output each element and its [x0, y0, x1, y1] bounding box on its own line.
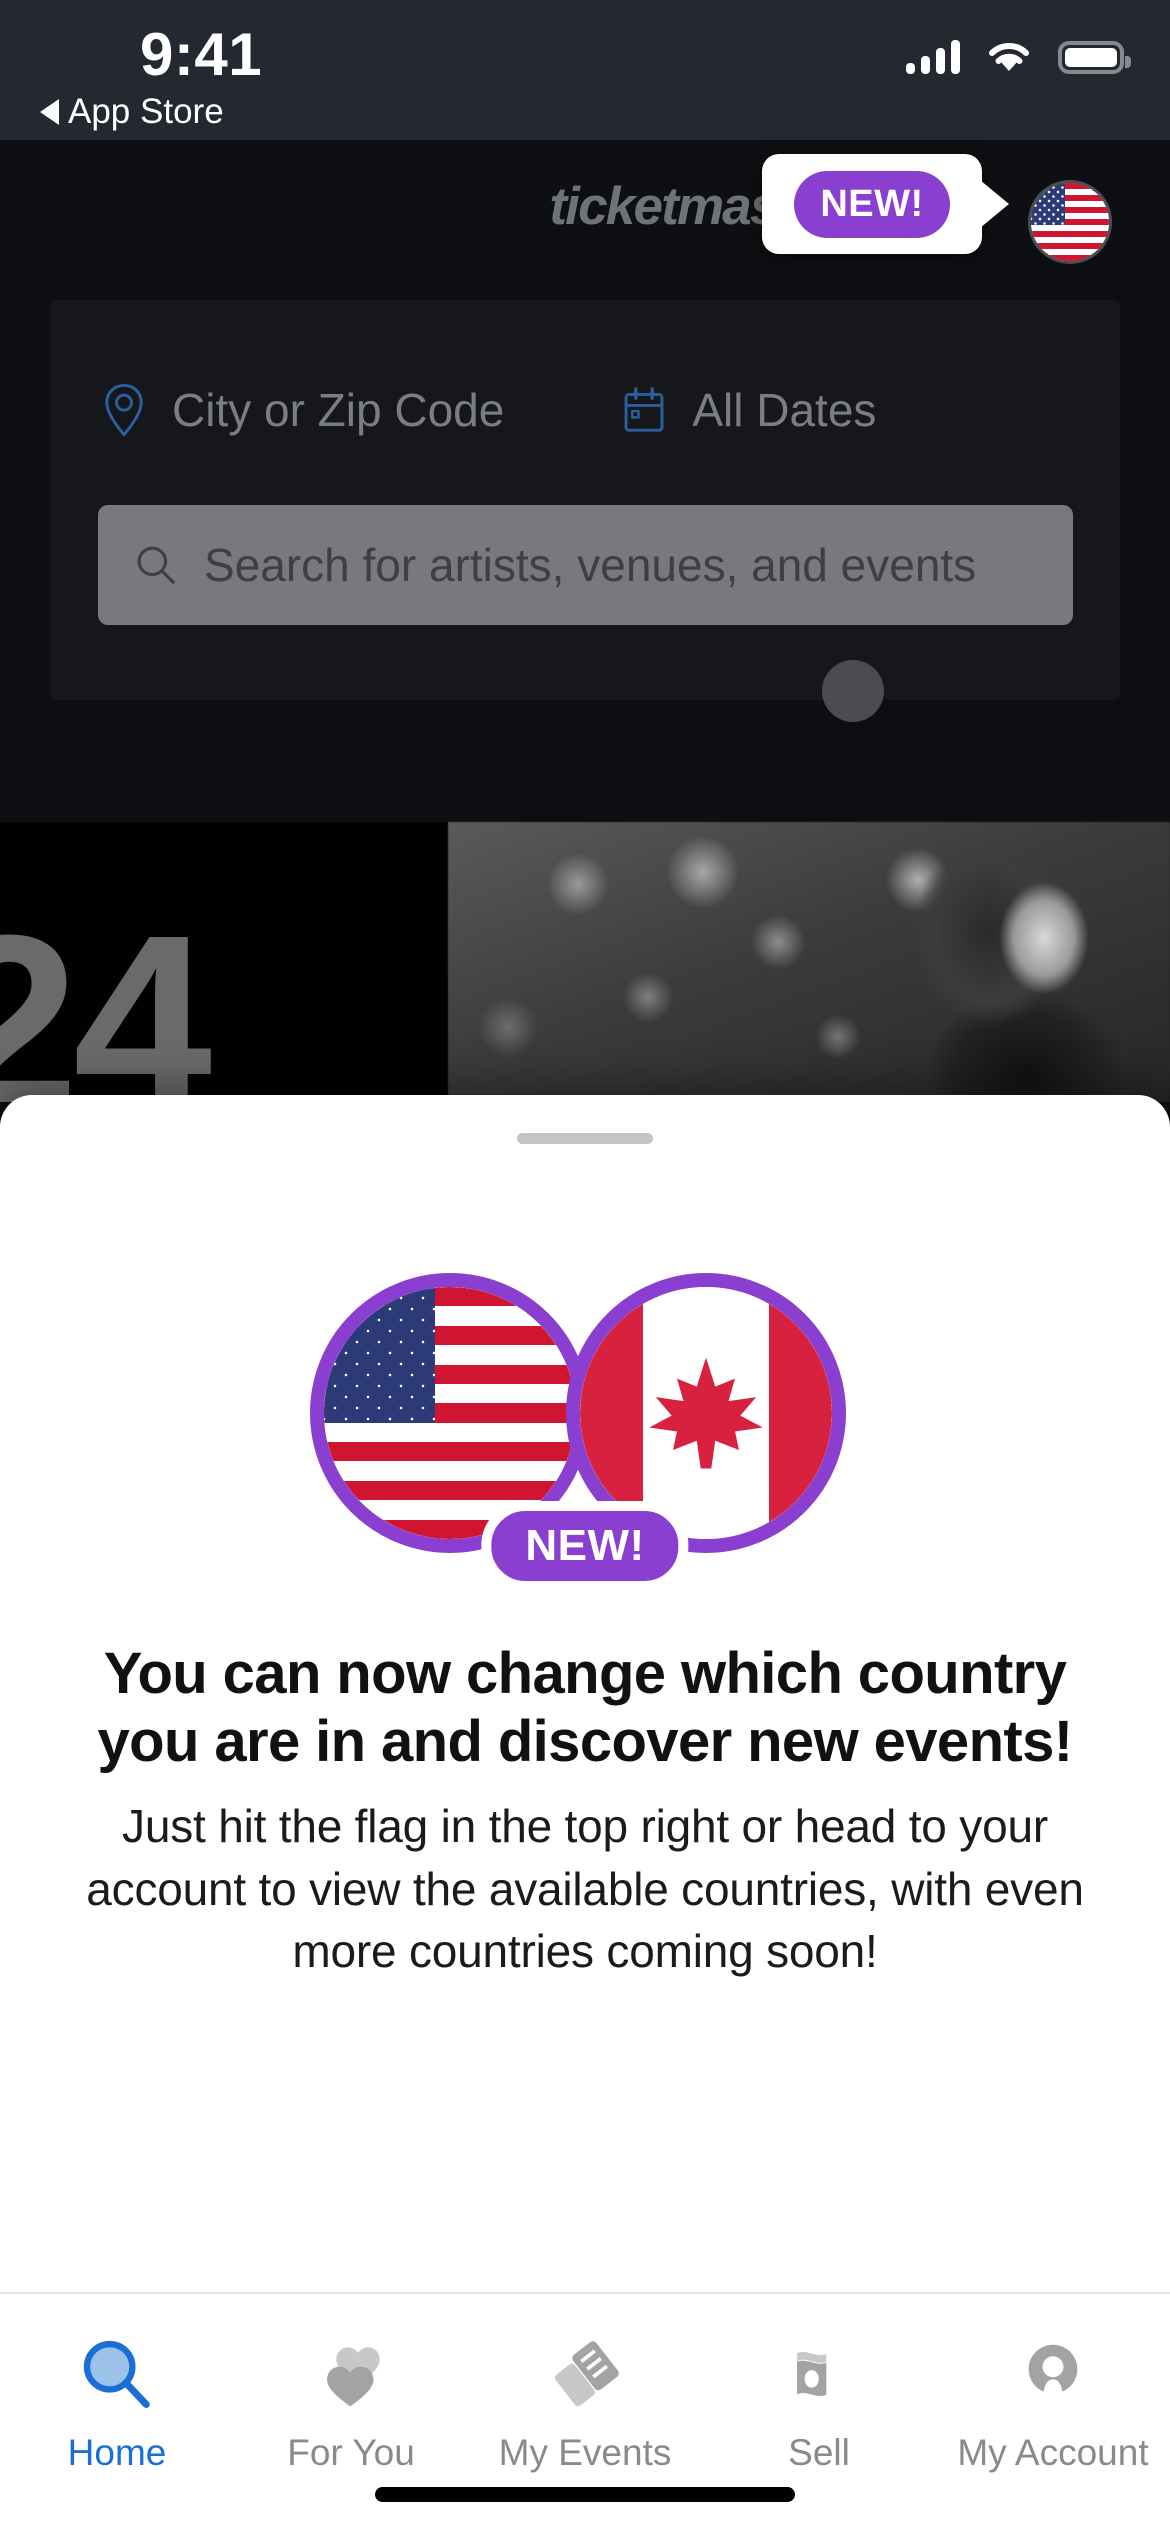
hero-slide-right[interactable]: [448, 822, 1170, 1102]
modal-title: You can now change which country you are…: [97, 1641, 1074, 1774]
map-pin-icon: [105, 383, 143, 437]
drag-handle[interactable]: [517, 1133, 653, 1144]
heart-icon: [309, 2332, 393, 2416]
home-indicator: [375, 2487, 795, 2502]
tooltip-new-badge: NEW!: [794, 170, 950, 238]
us-flag-icon: [1031, 183, 1109, 261]
new-feature-tooltip[interactable]: NEW!: [762, 154, 1009, 254]
ticket-stub-icon: [777, 2332, 861, 2416]
person-icon: [1011, 2332, 1095, 2416]
wifi-icon: [989, 42, 1029, 71]
modal-body-text: Just hit the flag in the top right or he…: [86, 1800, 1084, 1978]
tab-label: My Events: [498, 2432, 672, 2473]
tab-label: For You: [287, 2432, 415, 2473]
calendar-icon: [624, 387, 664, 432]
tab-my-account[interactable]: My Account: [936, 2332, 1170, 2474]
concert-singer-photo: [848, 846, 1148, 1102]
search-icon: [75, 2332, 159, 2416]
back-arrow-icon: [40, 99, 59, 125]
date-value: All Dates: [692, 384, 877, 436]
tickets-icon: [543, 2332, 627, 2416]
tab-home[interactable]: Home: [0, 2332, 234, 2474]
date-selector[interactable]: All Dates: [622, 355, 876, 465]
tab-for-you[interactable]: For You: [234, 2332, 468, 2474]
phone-screen: 9:41 App Store ticketmaster NEW! City or…: [0, 0, 1170, 2532]
status-bar-time: 9:41: [140, 21, 263, 88]
location-selector[interactable]: City or Zip Code: [102, 355, 504, 465]
carousel-indicator-dot[interactable]: [822, 660, 884, 722]
hero-left-text: 24: [0, 883, 212, 1103]
search-placeholder: Search for artists, venues, and events: [204, 539, 977, 591]
tab-sell[interactable]: Sell: [702, 2332, 936, 2474]
tab-label: My Account: [957, 2432, 1149, 2473]
search-panel: City or Zip Code All Dates Search for ar…: [50, 300, 1120, 700]
maple-leaf-icon: [649, 1357, 763, 1469]
country-change-modal: NEW! You can now change which country yo…: [0, 1095, 1170, 2395]
status-bar-indicators: [906, 40, 1131, 74]
illustration-new-badge: NEW!: [481, 1501, 689, 1591]
back-to-app-store-button[interactable]: App Store: [40, 92, 224, 132]
search-icon: [137, 546, 175, 584]
location-placeholder: City or Zip Code: [172, 384, 505, 436]
cellular-signal-icon: [906, 40, 960, 74]
tab-label: Sell: [788, 2432, 850, 2473]
tab-my-events[interactable]: My Events: [468, 2332, 702, 2474]
search-input[interactable]: Search for artists, venues, and events: [98, 505, 1073, 625]
back-label: App Store: [68, 92, 224, 131]
hero-carousel[interactable]: 24: [0, 822, 1170, 1102]
tab-label: Home: [67, 2432, 167, 2473]
hero-slide-left[interactable]: 24: [0, 822, 448, 1102]
flags-illustration: NEW!: [310, 1263, 860, 1593]
country-flag-button[interactable]: [1028, 180, 1112, 264]
battery-icon: [1058, 40, 1131, 74]
status-bar: 9:41 App Store: [0, 0, 1170, 140]
